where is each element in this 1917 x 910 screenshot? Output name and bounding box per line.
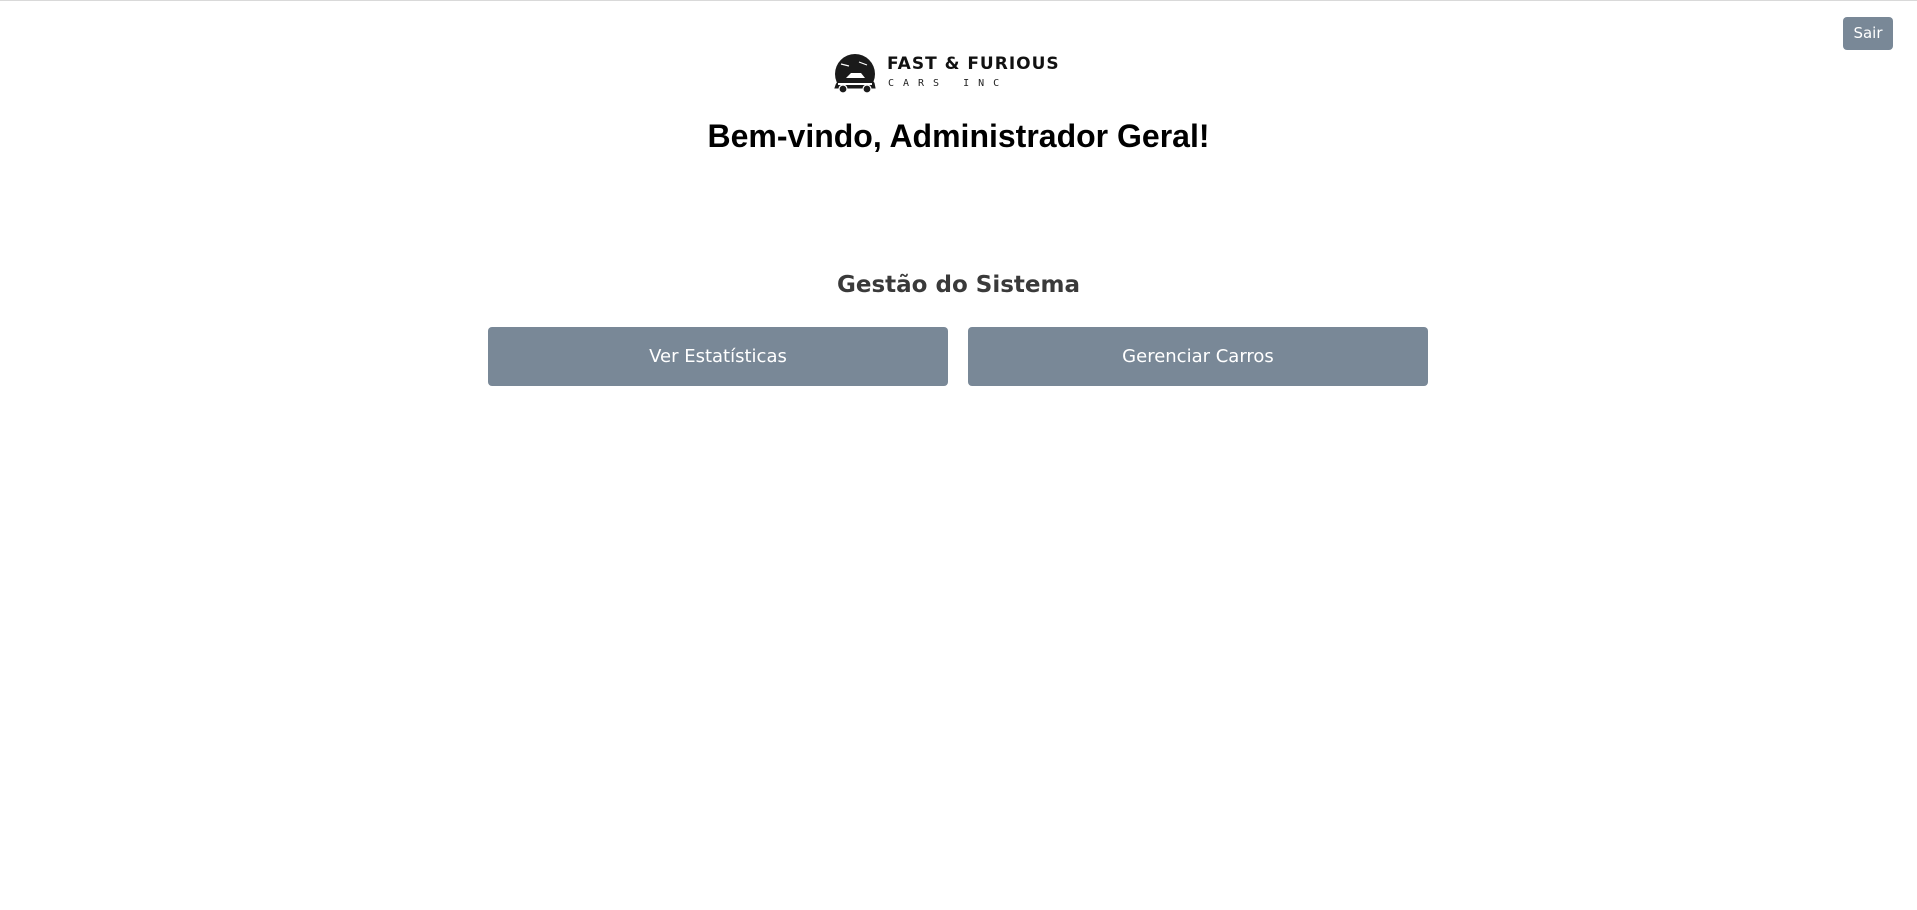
- brand-tagline: CARS INC: [888, 78, 1009, 89]
- brand-name: FAST & FURIOUS: [887, 54, 1060, 74]
- view-statistics-button[interactable]: Ver Estatísticas: [488, 327, 948, 386]
- manage-cars-button[interactable]: Gerenciar Carros: [968, 327, 1428, 386]
- welcome-heading: Bem-vindo, Administrador Geral!: [707, 118, 1210, 154]
- top-border: [0, 0, 1917, 1]
- car-logo-icon: [834, 54, 876, 94]
- brand-logo: FAST & FURIOUS CARS INC: [831, 52, 1081, 96]
- system-management-heading: Gestão do Sistema: [837, 272, 1080, 298]
- logout-button[interactable]: Sair: [1843, 17, 1893, 50]
